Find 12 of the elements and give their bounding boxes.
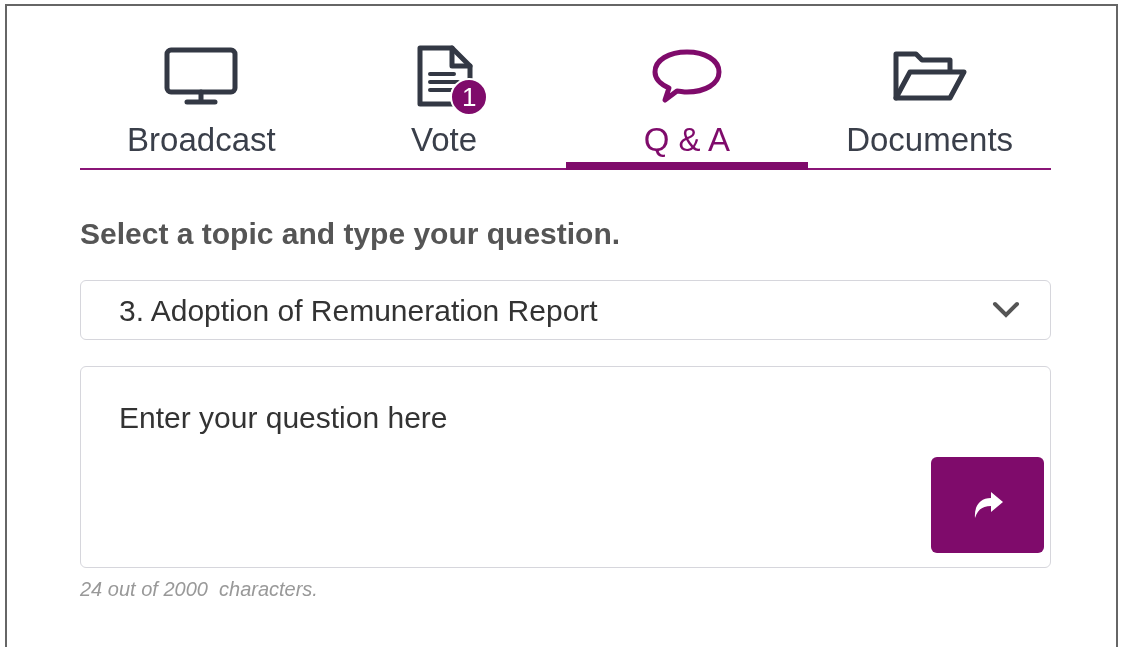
tab[interactable]: Q & A: [565, 42, 809, 170]
monitor-icon: [163, 46, 240, 106]
send-button[interactable]: [931, 457, 1044, 553]
notification-badge: 1: [450, 78, 489, 116]
chevron-down-icon: [992, 301, 1020, 319]
tab[interactable]: Documents: [808, 42, 1051, 170]
tab[interactable]: Broadcast: [80, 42, 323, 170]
tab[interactable]: 1 Vote: [322, 42, 566, 170]
question-field[interactable]: Enter your question here: [81, 367, 1050, 567]
topic-dropdown[interactable]: 3. Adoption of Remuneration Report: [80, 280, 1051, 340]
character-counter: 24 out of 2000 characters.: [80, 577, 319, 602]
instruction-heading: Select a topic and type your question.: [80, 216, 622, 252]
